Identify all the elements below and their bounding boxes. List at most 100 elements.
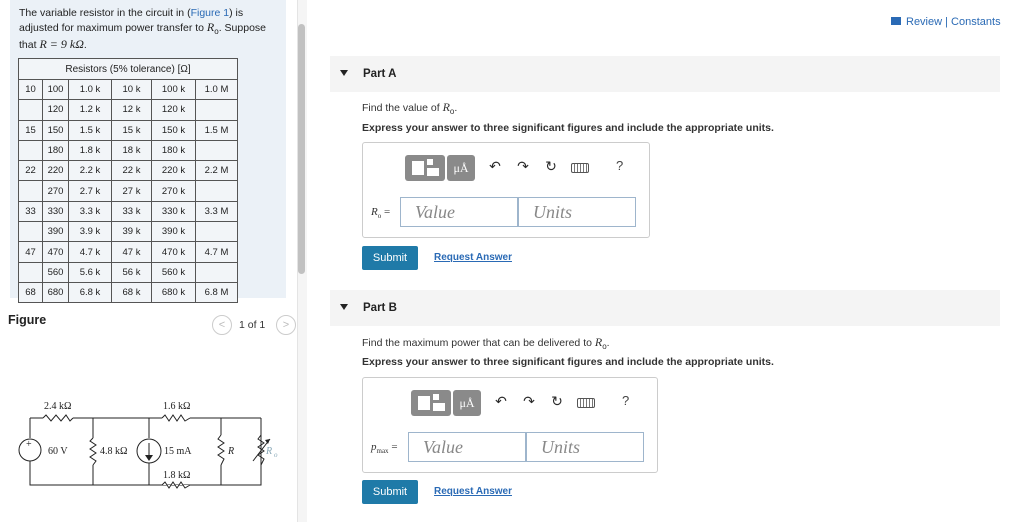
table-cell: 15 — [18, 119, 43, 141]
resistor-1-8k — [161, 481, 191, 489]
table-cell: 22 k — [111, 160, 152, 182]
svg-text:4.8 kΩ: 4.8 kΩ — [100, 446, 127, 457]
resistor-r — [217, 434, 225, 466]
figure-label: Figure — [8, 313, 47, 327]
redo-icon[interactable]: ↷ — [513, 158, 533, 175]
part-a-submit-button[interactable]: Submit — [362, 246, 418, 270]
svg-text:R: R — [227, 446, 234, 457]
part-a-instruction: Express your answer to three significant… — [362, 122, 774, 134]
part-a-header[interactable]: Part A — [330, 56, 1000, 92]
part-b-request-answer-link[interactable]: Request Answer — [434, 486, 512, 497]
table-cell: 150 — [42, 119, 69, 141]
table-row: 270 2.7 k 27 k 270 k — [18, 180, 238, 202]
table-cell: 10 — [18, 78, 43, 101]
part-a-request-answer-link[interactable]: Request Answer — [434, 252, 512, 263]
table-row: 120 1.2 k 12 k 120 k — [18, 99, 238, 121]
figure-prev-button[interactable]: < — [212, 315, 232, 335]
svg-text:15 mA: 15 mA — [164, 446, 192, 457]
table-cell: 39 k — [111, 221, 152, 243]
table-cell: 680 k — [151, 281, 196, 304]
table-cell: 2.2 k — [68, 160, 112, 182]
table-cell: 12 k — [111, 99, 152, 121]
table-cell: 390 — [42, 221, 69, 243]
help-icon[interactable]: ? — [616, 158, 623, 173]
svg-text:60 V: 60 V — [48, 446, 68, 457]
table-cell — [18, 221, 43, 243]
svg-text:1.6 kΩ: 1.6 kΩ — [163, 401, 190, 412]
table-cell: 470 k — [151, 241, 196, 263]
table-cell — [18, 139, 43, 162]
reset-icon[interactable]: ↻ — [547, 393, 567, 410]
part-b-submit-button[interactable]: Submit — [362, 480, 418, 504]
table-cell — [195, 180, 238, 202]
reset-icon[interactable]: ↻ — [541, 158, 561, 175]
table-cell: 6.8 M — [195, 281, 238, 304]
table-row: 68 680 6.8 k 68 k 680 k 6.8 M — [18, 281, 238, 304]
table-cell: 2.7 k — [68, 180, 112, 202]
table-row: 560 5.6 k 56 k 560 k — [18, 261, 238, 283]
review-icon — [891, 17, 901, 25]
help-icon[interactable]: ? — [622, 393, 629, 408]
table-row: 15 150 1.5 k 15 k 150 k 1.5 M — [18, 119, 238, 141]
table-cell: 2.2 M — [195, 160, 238, 182]
table-cell: 33 — [18, 200, 43, 223]
table-cell: 47 k — [111, 241, 152, 263]
part-b-header[interactable]: Part B — [330, 290, 1000, 326]
table-cell: 22 — [18, 160, 43, 182]
keyboard-icon[interactable] — [577, 398, 595, 408]
table-cell: 100 k — [151, 78, 196, 101]
table-cell: 180 k — [151, 139, 196, 162]
part-a-answer-box: μÅ ↶ ↷ ↻ ? Ro = Value Units — [362, 142, 650, 238]
table-cell: 1.2 k — [68, 99, 112, 121]
part-b-variable-label: pmax = — [371, 441, 398, 456]
collapse-triangle-icon[interactable] — [340, 304, 348, 310]
problem-statement-box: The variable resistor in the circuit in … — [10, 0, 286, 304]
part-b-value-input[interactable]: Value — [408, 432, 526, 462]
part-a-value-input[interactable]: Value — [400, 197, 518, 227]
table-row: 10 100 1.0 k 10 k 100 k 1.0 M — [18, 78, 238, 101]
undo-icon[interactable]: ↶ — [491, 393, 511, 410]
table-cell: 330 k — [151, 200, 196, 223]
r-value: R = 9 kΩ — [39, 37, 84, 52]
left-scrollbar-thumb[interactable] — [298, 24, 305, 274]
undo-icon[interactable]: ↶ — [485, 158, 505, 175]
part-a-units-input[interactable]: Units — [518, 197, 636, 227]
table-cell: 15 k — [111, 119, 152, 141]
resistor-4-8k — [89, 437, 97, 466]
table-cell — [18, 261, 43, 283]
collapse-triangle-icon[interactable] — [340, 70, 348, 76]
table-cell — [18, 180, 43, 202]
table-cell: 680 — [42, 281, 69, 304]
table-cell: 68 — [18, 281, 43, 304]
units-button[interactable]: μÅ — [447, 155, 475, 181]
units-button[interactable]: μÅ — [453, 390, 481, 416]
problem-panel: The variable resistor in the circuit in … — [0, 0, 296, 522]
table-cell: 1.5 M — [195, 119, 238, 141]
part-a-variable-label: Ro = — [371, 206, 391, 221]
table-cell: 68 k — [111, 281, 152, 304]
table-cell: 6.8 k — [68, 281, 112, 304]
table-row: 390 3.9 k 39 k 390 k — [18, 221, 238, 243]
keyboard-icon[interactable] — [571, 163, 589, 173]
table-cell: 390 k — [151, 221, 196, 243]
table-cell: 100 — [42, 78, 69, 101]
table-cell: 560 — [42, 261, 69, 283]
table-cell: 270 — [42, 180, 69, 202]
templates-button[interactable] — [405, 155, 445, 181]
figure-next-button[interactable]: > — [276, 315, 296, 335]
svg-text:+: + — [26, 439, 32, 450]
table-cell — [195, 99, 238, 121]
table-cell: 1.5 k — [68, 119, 112, 141]
review-constants-link[interactable]: Review | Constants — [891, 16, 1001, 28]
resistor-table: Resistors (5% tolerance) [Ω] 10 100 1.0 k1… — [18, 58, 238, 304]
part-b-answer-box: μÅ ↶ ↷ ↻ ? pmax = Value Units — [362, 377, 658, 473]
svg-text:R: R — [265, 446, 272, 457]
table-row: 47 470 4.7 k 47 k 470 k 4.7 M — [18, 241, 238, 263]
circuit-diagram: + 2.4 kΩ 1.6 kΩ 1.8 kΩ 60 V 4.8 kΩ 15 mA… — [18, 401, 278, 489]
figure-page-indicator: 1 of 1 — [239, 319, 266, 331]
figure-link[interactable]: Figure 1 — [191, 7, 230, 19]
part-b-units-input[interactable]: Units — [526, 432, 644, 462]
redo-icon[interactable]: ↷ — [519, 393, 539, 410]
templates-button[interactable] — [411, 390, 451, 416]
table-cell: 1.8 k — [68, 139, 112, 162]
